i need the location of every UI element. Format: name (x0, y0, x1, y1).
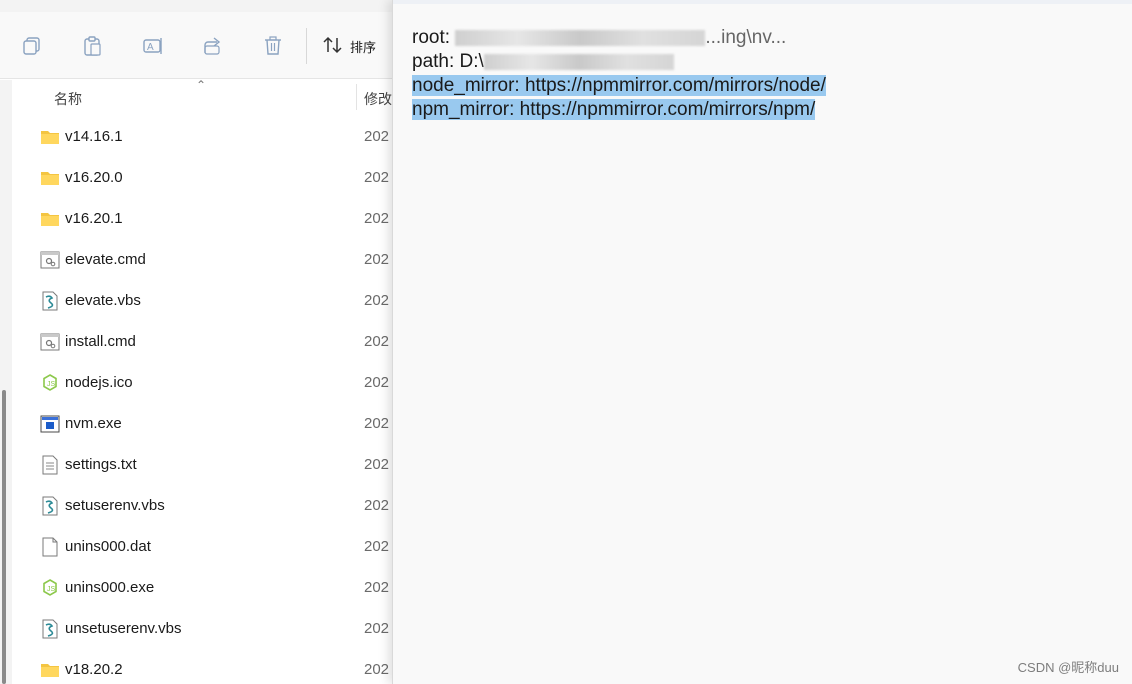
selected-text: npm_mirror: https://npmmirror.com/mirror… (412, 99, 816, 120)
file-row[interactable]: nvm.exe 202 (12, 404, 392, 445)
cmd-file-icon (40, 250, 60, 270)
svg-text:JS: JS (47, 586, 56, 593)
column-header-name[interactable]: 名称 (54, 89, 82, 109)
text-editor-area[interactable]: root: ...ing\nv... path: D:\ node_mirror… (412, 26, 826, 122)
file-explorer-window: A 排序 名称 ⌃ 修改 v14.16.1 202 v16.20.0 202 v16.2… (0, 0, 392, 684)
column-divider[interactable] (356, 84, 357, 110)
scrollbar-thumb[interactable] (2, 390, 6, 684)
redacted-text (455, 29, 706, 46)
file-name: v16.20.0 (65, 169, 123, 186)
text-line-npm-mirror: npm_mirror: https://npmmirror.com/mirror… (412, 98, 826, 122)
nodejs-icon: JS (40, 578, 60, 598)
blank-file-icon (40, 537, 60, 557)
file-modified-date: 202 (364, 210, 390, 227)
redacted-text (483, 53, 674, 70)
file-name: nvm.exe (65, 415, 122, 432)
text-file-icon (40, 455, 60, 475)
text-line-path: path: D:\ (412, 50, 826, 74)
sort-button[interactable]: 排序 (322, 32, 376, 60)
navigation-pane-scrollbar[interactable] (0, 80, 12, 684)
file-modified-date: 202 (364, 169, 390, 186)
copy-icon[interactable] (20, 34, 44, 58)
vbs-file-icon (40, 619, 60, 639)
svg-text:JS: JS (47, 381, 56, 388)
sort-label: 排序 (350, 39, 377, 55)
notepad-top-border (393, 0, 1132, 4)
watermark-text: CSDN @昵称duu (1017, 660, 1119, 675)
selected-text: node_mirror: https://npmmirror.com/mirro… (412, 75, 826, 96)
sort-icon (322, 35, 344, 58)
folder-icon (40, 660, 60, 680)
folder-icon (40, 127, 60, 147)
vbs-file-icon (40, 291, 60, 311)
file-modified-date: 202 (364, 374, 390, 391)
folder-icon (40, 168, 60, 188)
file-row[interactable]: JS nodejs.ico 202 (12, 363, 392, 404)
file-row[interactable]: v14.16.1 202 (12, 117, 392, 158)
file-name: elevate.vbs (65, 292, 141, 309)
file-row[interactable]: v18.20.2 202 (12, 650, 392, 684)
folder-icon (40, 209, 60, 229)
file-name: settings.txt (65, 456, 137, 473)
path-key: path: D:\ (412, 51, 484, 72)
file-name: nodejs.ico (65, 374, 133, 391)
explorer-command-bar: A 排序 (0, 12, 392, 79)
column-header-row: 名称 ⌃ 修改 (0, 78, 392, 112)
file-row[interactable]: unins000.dat 202 (12, 527, 392, 568)
rename-icon[interactable]: A (141, 34, 165, 58)
file-row[interactable]: unsetuserenv.vbs 202 (12, 609, 392, 650)
file-modified-date: 202 (364, 333, 390, 350)
file-name: unins000.dat (65, 538, 151, 555)
file-modified-date: 202 (364, 292, 390, 309)
paste-icon[interactable] (80, 34, 104, 58)
file-row[interactable]: settings.txt 202 (12, 445, 392, 486)
file-modified-date: 202 (364, 456, 390, 473)
exe-file-icon (40, 414, 60, 434)
text-line-node-mirror: node_mirror: https://npmmirror.com/mirro… (412, 74, 826, 98)
file-row[interactable]: v16.20.0 202 (12, 158, 392, 199)
file-row[interactable]: install.cmd 202 (12, 322, 392, 363)
text-line-root: root: ...ing\nv... (412, 26, 826, 50)
vbs-file-icon (40, 496, 60, 516)
file-name: elevate.cmd (65, 251, 146, 268)
explorer-title-strip (0, 0, 392, 12)
file-row[interactable]: v16.20.1 202 (12, 199, 392, 240)
file-modified-date: 202 (364, 497, 390, 514)
file-modified-date: 202 (364, 128, 390, 145)
root-suffix: ...ing\nv... (705, 27, 787, 48)
file-modified-date: 202 (364, 415, 390, 432)
svg-text:A: A (147, 42, 154, 53)
root-key: root: (412, 27, 456, 48)
file-modified-date: 202 (364, 620, 390, 637)
file-modified-date: 202 (364, 661, 390, 678)
file-row[interactable]: JS unins000.exe 202 (12, 568, 392, 609)
file-name: v16.20.1 (65, 210, 123, 227)
cmd-file-icon (40, 332, 60, 352)
file-modified-date: 202 (364, 251, 390, 268)
file-row[interactable]: elevate.vbs 202 (12, 281, 392, 322)
delete-icon[interactable] (261, 34, 285, 58)
file-modified-date: 202 (364, 579, 390, 596)
file-row[interactable]: setuserenv.vbs 202 (12, 486, 392, 527)
sort-ascending-icon: ⌃ (196, 78, 207, 92)
column-header-modified[interactable]: 修改 (364, 89, 392, 109)
share-icon[interactable] (201, 34, 225, 58)
file-name: v14.16.1 (65, 128, 123, 145)
file-name: setuserenv.vbs (65, 497, 165, 514)
file-name: unsetuserenv.vbs (65, 620, 182, 637)
file-name: unins000.exe (65, 579, 155, 596)
toolbar-divider (306, 28, 307, 64)
notepad-window: root: ...ing\nv... path: D:\ node_mirror… (392, 0, 1132, 684)
file-name: install.cmd (65, 333, 136, 350)
file-modified-date: 202 (364, 538, 390, 555)
nodejs-icon: JS (40, 373, 60, 393)
file-row[interactable]: elevate.cmd 202 (12, 240, 392, 281)
file-name: v18.20.2 (65, 661, 123, 678)
